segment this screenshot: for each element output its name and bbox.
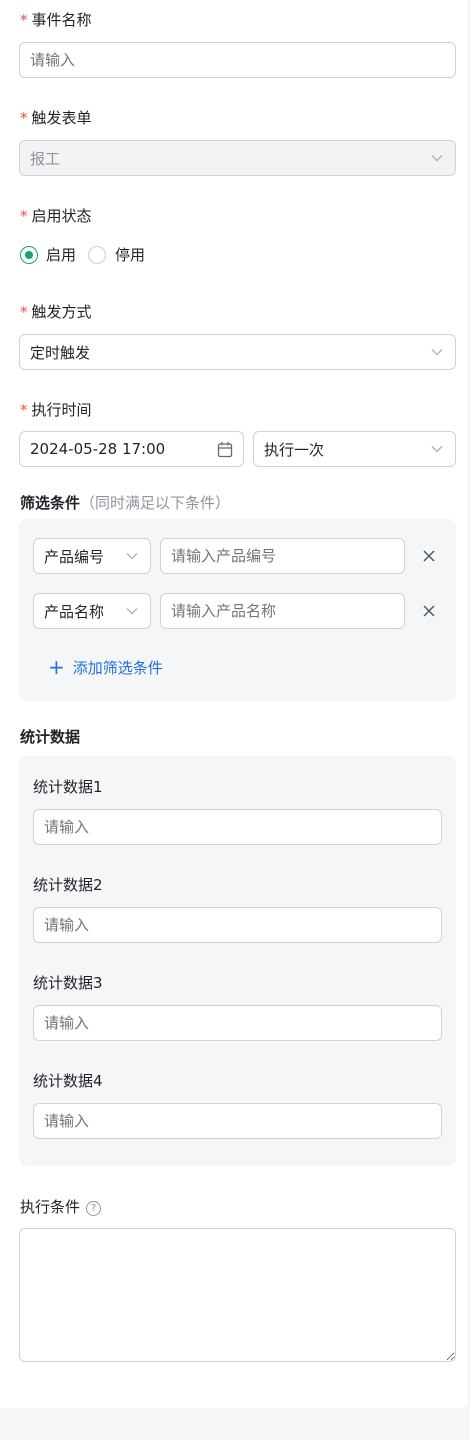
- event-name-input[interactable]: [19, 42, 456, 78]
- close-icon[interactable]: [422, 604, 436, 618]
- filter-panel: 产品编号 产品名称 +添加筛选条件: [19, 519, 456, 701]
- chevron-down-icon: [431, 348, 443, 356]
- filter-section-title: 筛选条件（同时满足以下条件）: [20, 494, 231, 512]
- close-icon[interactable]: [422, 549, 436, 563]
- stats-item-input[interactable]: [33, 907, 442, 943]
- plus-icon: +: [48, 655, 65, 679]
- stats-item-input[interactable]: [33, 809, 442, 845]
- stats-section-title: 统计数据: [20, 728, 81, 746]
- trigger-method-select[interactable]: 定时触发: [19, 334, 456, 370]
- exec-datetime-picker[interactable]: 2024-05-28 17:00: [19, 431, 244, 467]
- chevron-down-icon: [126, 552, 138, 560]
- exec-condition-label: 执行条件?: [20, 1197, 102, 1217]
- filter-field-select[interactable]: 产品名称: [33, 593, 151, 629]
- radio-disabled-label[interactable]: 停用: [115, 245, 145, 265]
- chevron-down-icon: [431, 154, 443, 162]
- exec-frequency-select[interactable]: 执行一次: [253, 431, 456, 467]
- radio-enabled-label[interactable]: 启用: [46, 245, 76, 265]
- exec-time-label: * 执行时间: [20, 401, 92, 419]
- stats-panel: 统计数据1 统计数据2 统计数据3 统计数据4: [19, 756, 456, 1166]
- trigger-form-label: * 触发表单: [20, 109, 92, 127]
- trigger-form-select[interactable]: 报工: [19, 140, 456, 176]
- stats-item-label: 统计数据3: [33, 974, 103, 992]
- stats-item-label: 统计数据2: [33, 876, 103, 894]
- radio-enabled[interactable]: [20, 246, 38, 264]
- chevron-down-icon: [431, 445, 443, 453]
- help-icon[interactable]: ?: [86, 1201, 102, 1216]
- stats-item-label: 统计数据1: [33, 778, 103, 796]
- exec-condition-textarea[interactable]: [19, 1228, 456, 1362]
- stats-item-input[interactable]: [33, 1103, 442, 1139]
- stats-item-label: 统计数据4: [33, 1072, 103, 1090]
- filter-value-input[interactable]: [160, 538, 405, 574]
- add-filter-button[interactable]: + 添加筛选条件: [48, 655, 163, 679]
- filter-value-input[interactable]: [160, 593, 405, 629]
- form-card: *事件名称 *触发表单 报工 *启用状态 启用 停用 *触发方式 定时触发 *执…: [0, 0, 468, 1408]
- trigger-method-label: * 触发方式: [20, 303, 92, 321]
- filter-field-select[interactable]: 产品编号: [33, 538, 151, 574]
- event-name-label: * 事件名称: [20, 11, 92, 29]
- status-label: * 启用状态: [20, 207, 92, 225]
- chevron-down-icon: [126, 607, 138, 615]
- stats-item-input[interactable]: [33, 1005, 442, 1041]
- calendar-icon: [217, 441, 233, 462]
- radio-disabled[interactable]: [88, 246, 106, 264]
